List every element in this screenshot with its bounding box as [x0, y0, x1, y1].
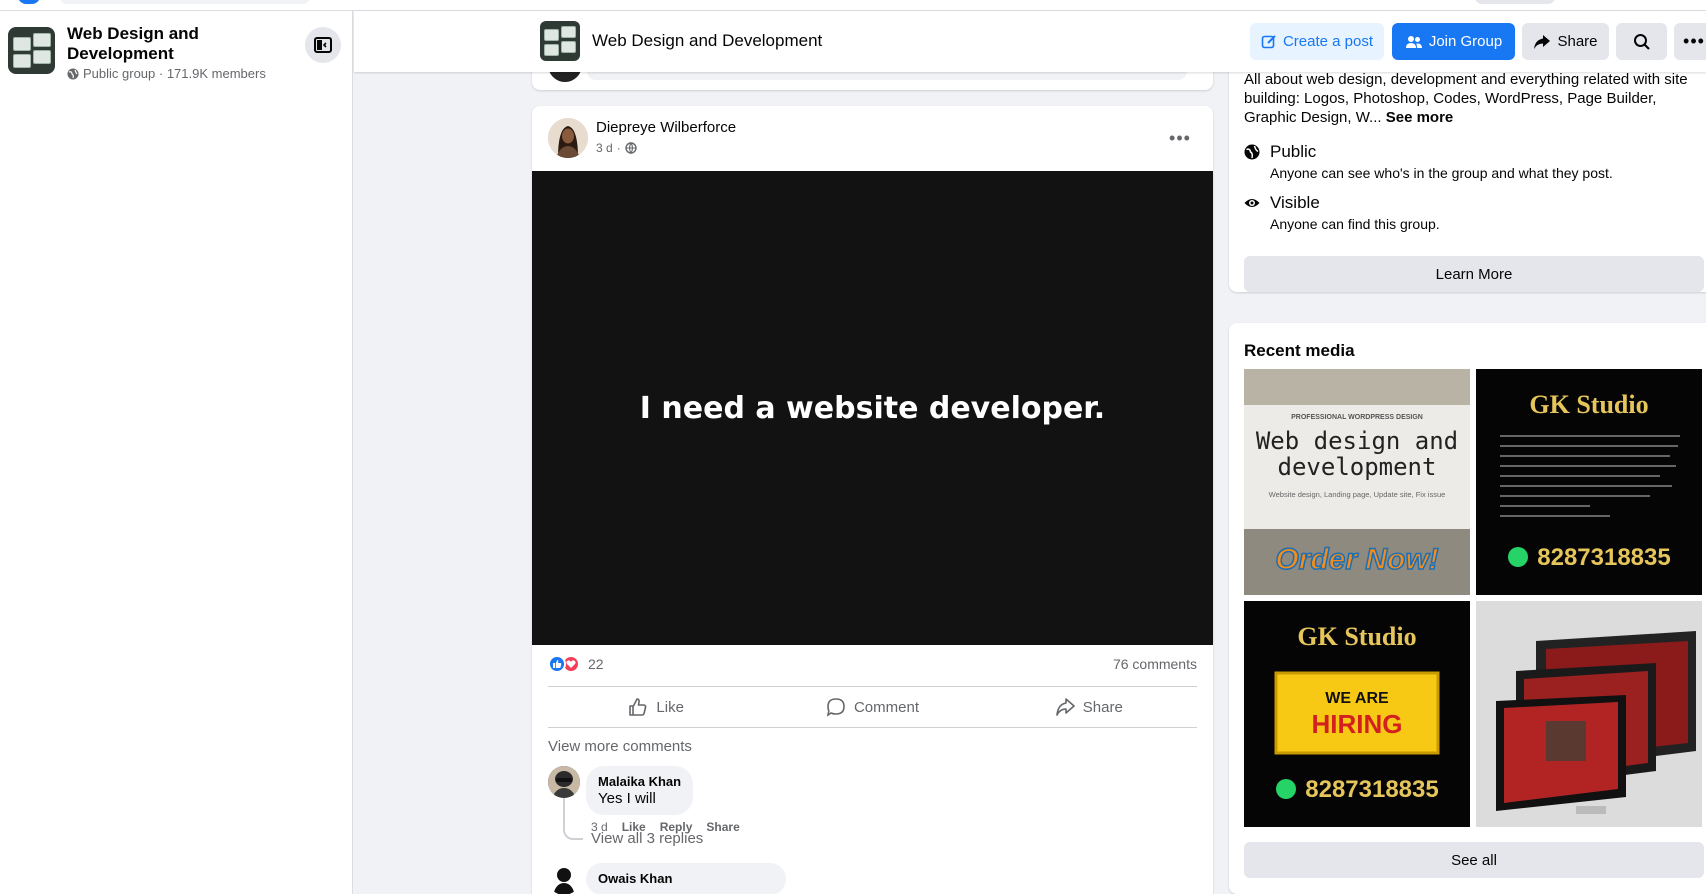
- people-icon: [1405, 35, 1422, 48]
- comment-bubble: Malaika Khan Yes I will: [586, 766, 694, 815]
- comment: Owais Khan: [548, 863, 786, 894]
- eye-icon: [1244, 199, 1260, 207]
- privacy-visible: Visible Anyone can find this group.: [1244, 193, 1440, 232]
- reactions-summary[interactable]: 22: [548, 655, 604, 673]
- top-navbar: [0, 0, 1706, 11]
- comment-text: Yes I will: [598, 790, 656, 807]
- comments-count[interactable]: 76 comments: [1113, 656, 1197, 672]
- edit-icon: [1261, 34, 1276, 48]
- media-tile[interactable]: PROFESSIONAL WORDPRESS DESIGN Web design…: [1244, 369, 1470, 595]
- like-button[interactable]: Like: [548, 687, 764, 727]
- post-timestamp: 3 d ·: [596, 141, 637, 155]
- about-description: All about web design, development and ev…: [1244, 70, 1704, 127]
- search-group-button[interactable]: [1616, 23, 1667, 60]
- join-group-button[interactable]: Join Group: [1392, 23, 1515, 60]
- post-media[interactable]: I need a website developer.: [532, 171, 1213, 645]
- avatar[interactable]: [548, 863, 580, 894]
- share-icon: [1055, 698, 1075, 716]
- more-dots-icon: •••: [1683, 31, 1705, 51]
- search-input[interactable]: [60, 0, 310, 4]
- comment-button[interactable]: Comment: [764, 687, 980, 727]
- like-reaction-icon: [548, 655, 566, 673]
- about-card: All about web design, development and ev…: [1229, 40, 1706, 292]
- tile1-cta: Order Now!: [1275, 543, 1438, 576]
- group-header: Web Design and Development Create a post…: [354, 11, 1706, 72]
- post-media-text: I need a website developer.: [639, 390, 1106, 426]
- share-button[interactable]: Share: [981, 687, 1197, 727]
- post-card: Diepreye Wilberforce 3 d · ••• I need a …: [532, 106, 1213, 894]
- sidebar-toggle-icon: [314, 37, 332, 53]
- privacy-public: Public Anyone can see who's in the group…: [1244, 142, 1613, 181]
- post-menu-button[interactable]: •••: [1162, 120, 1198, 156]
- tile3-banner2: HIRING: [1312, 709, 1403, 739]
- share-label: Share: [1082, 698, 1123, 716]
- share-group-label: Share: [1557, 33, 1598, 50]
- search-icon: [1633, 33, 1650, 50]
- tile1-small: Website design, Landing page, Update sit…: [1269, 490, 1446, 499]
- comment-share-button[interactable]: Share: [706, 820, 739, 834]
- tile3-title: GK Studio: [1297, 622, 1416, 651]
- tile3-phone: 8287318835: [1305, 776, 1438, 803]
- comment-bubble: Owais Khan: [586, 863, 786, 894]
- see-more-link[interactable]: See more: [1386, 109, 1454, 126]
- globe-icon: [67, 68, 79, 79]
- group-header-thumbnail[interactable]: [540, 21, 580, 61]
- comment-label: Comment: [853, 698, 919, 716]
- about-description-text: All about web design, development and ev…: [1244, 71, 1688, 126]
- top-right-button[interactable]: [1475, 0, 1555, 4]
- facebook-logo-icon[interactable]: [18, 0, 40, 4]
- tile1-kicker: PROFESSIONAL WORDPRESS DESIGN: [1291, 414, 1423, 421]
- comment-icon: [826, 698, 845, 717]
- group-meta-text: Public group · 171.9K members: [83, 66, 266, 81]
- left-sidebar: Web Design and Development Public group …: [0, 11, 353, 894]
- post-author[interactable]: Diepreye Wilberforce: [596, 119, 736, 136]
- media-tile[interactable]: GK Studio WE ARE HIRING 8287318835: [1244, 601, 1470, 827]
- group-meta: Public group · 171.9K members: [67, 66, 266, 81]
- post-action-bar: Like Comment Share: [548, 686, 1197, 728]
- more-options-button[interactable]: •••: [1674, 23, 1706, 60]
- view-replies-link[interactable]: View all 3 replies: [591, 830, 703, 847]
- tile3-banner1: WE ARE: [1325, 690, 1389, 707]
- view-more-comments-link[interactable]: View more comments: [548, 738, 692, 755]
- create-post-label: Create a post: [1282, 33, 1374, 50]
- comment: Malaika Khan Yes I will: [548, 766, 694, 815]
- media-grid: PROFESSIONAL WORDPRESS DESIGN Web design…: [1244, 369, 1704, 827]
- avatar[interactable]: [548, 766, 580, 798]
- tile1-line1: Web design and: [1256, 427, 1458, 455]
- thumbs-up-icon: [629, 698, 647, 716]
- recent-media-card: Recent media PROFESSIONAL WORDPRESS DESI…: [1229, 323, 1706, 894]
- see-all-button[interactable]: See all: [1244, 842, 1704, 878]
- group-header-title[interactable]: Web Design and Development: [592, 31, 822, 51]
- share-group-button[interactable]: Share: [1522, 23, 1609, 60]
- public-subtitle: Anyone can see who's in the group and wh…: [1270, 165, 1613, 181]
- comment-author[interactable]: Owais Khan: [598, 871, 774, 886]
- learn-more-button[interactable]: Learn More: [1244, 256, 1704, 292]
- comment-author[interactable]: Malaika Khan: [598, 774, 681, 789]
- create-post-button[interactable]: Create a post: [1250, 23, 1384, 60]
- join-group-label: Join Group: [1428, 33, 1503, 50]
- globe-icon: [624, 142, 637, 154]
- globe-icon: [1244, 144, 1260, 160]
- collapse-sidebar-button[interactable]: [305, 27, 341, 63]
- post-time-text[interactable]: 3 d: [596, 141, 613, 155]
- visible-title: Visible: [1270, 193, 1320, 212]
- public-title: Public: [1270, 142, 1317, 161]
- like-label: Like: [656, 698, 684, 716]
- media-tile[interactable]: [1476, 601, 1702, 827]
- tile1-line2: development: [1278, 453, 1437, 481]
- group-name[interactable]: Web Design and Development: [67, 24, 297, 64]
- media-tile[interactable]: GK Studio 8287318835: [1476, 369, 1702, 595]
- visible-subtitle: Anyone can find this group.: [1270, 216, 1440, 232]
- group-thumbnail[interactable]: [8, 27, 55, 74]
- reaction-count: 22: [588, 656, 604, 672]
- tile2-phone: 8287318835: [1537, 544, 1670, 571]
- recent-media-title: Recent media: [1244, 341, 1355, 360]
- share-arrow-icon: [1534, 34, 1551, 49]
- more-dots-icon: •••: [1169, 127, 1191, 148]
- avatar[interactable]: [548, 118, 588, 158]
- tile2-title: GK Studio: [1529, 390, 1648, 419]
